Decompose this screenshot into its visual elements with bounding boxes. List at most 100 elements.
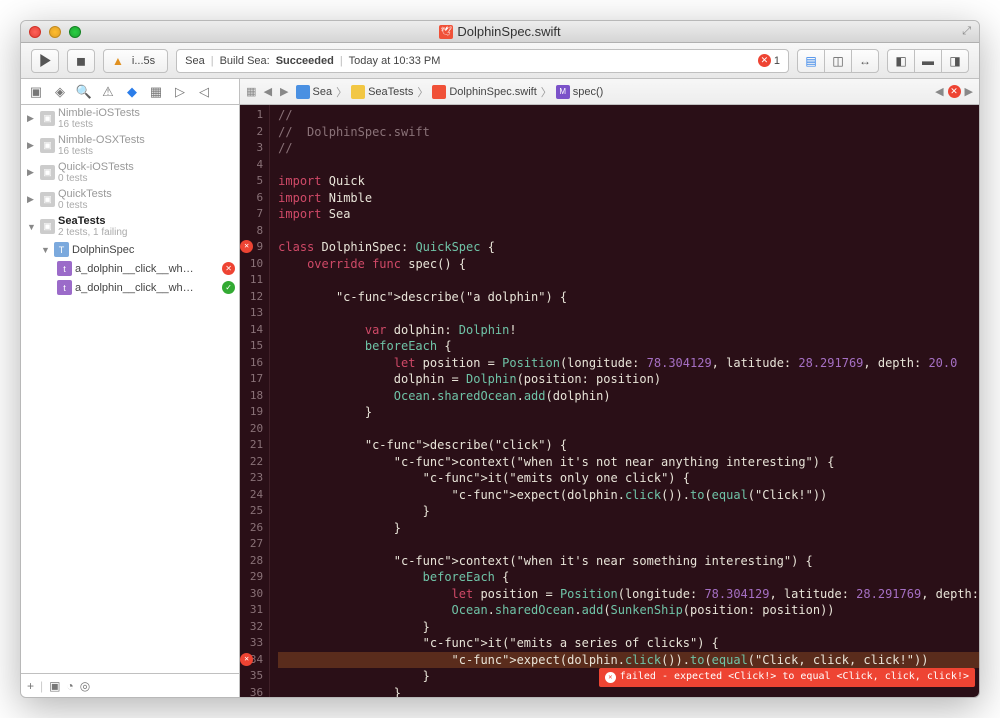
code-line[interactable]: "c-func">describe("click") { <box>278 437 979 454</box>
code-line[interactable]: } <box>278 619 979 636</box>
test-bundle-row[interactable]: ▶▣QuickTests0 tests <box>21 186 239 213</box>
code-line[interactable]: "c-func">expect(dolphin.click()).to(equa… <box>278 487 979 504</box>
run-button[interactable] <box>31 49 59 73</box>
bundle-name: SeaTests <box>58 215 127 227</box>
report-nav-icon[interactable]: ◁ <box>193 82 215 102</box>
code-line[interactable]: class DolphinSpec: QuickSpec { <box>278 239 979 256</box>
fullscreen-icon[interactable]: ⤢ <box>962 25 971 38</box>
code-line[interactable] <box>278 421 979 438</box>
code-line[interactable]: } <box>278 520 979 537</box>
debug-toggle[interactable]: ▬ <box>914 49 942 73</box>
code-line[interactable]: Ocean.sharedOcean.add(SunkenShip(positio… <box>278 602 979 619</box>
code-line[interactable]: "c-func">context("when it's not near any… <box>278 454 979 471</box>
code-line[interactable]: // <box>278 140 979 157</box>
code-line[interactable]: // DolphinSpec.swift <box>278 124 979 141</box>
filter-scope-icon[interactable]: ▣ <box>49 679 60 693</box>
code-line[interactable] <box>278 305 979 322</box>
code-line[interactable]: Ocean.sharedOcean.add(dolphin) <box>278 388 979 405</box>
test-spec-row[interactable]: ▼TDolphinSpec <box>21 240 239 259</box>
code-line[interactable]: let position = Position(longitude: 78.30… <box>278 355 979 372</box>
add-button[interactable]: + <box>27 679 34 693</box>
bundle-name: Nimble-OSXTests <box>58 134 145 146</box>
prev-issue-button[interactable]: ◀ <box>935 85 943 98</box>
debug-nav-icon[interactable]: ▦ <box>145 82 167 102</box>
code-line[interactable] <box>278 223 979 240</box>
filter-target-icon[interactable]: ◎ <box>80 679 90 693</box>
utilities-toggle[interactable]: ◨ <box>941 49 969 73</box>
code-line[interactable]: beforeEach { <box>278 569 979 586</box>
related-items-icon[interactable]: ▦ <box>246 85 256 98</box>
code-line[interactable]: "c-func">expect(dolphin.click()).to(equa… <box>278 652 979 669</box>
bundle-subtitle: 16 tests <box>58 146 145 157</box>
disclosure-icon[interactable]: ▶ <box>27 194 37 205</box>
source-editor[interactable]: 1234567891011121314151617181920212223242… <box>240 105 979 697</box>
window-title: 🕊 DolphinSpec.swift <box>21 24 979 39</box>
bundle-icon: ▣ <box>40 138 55 153</box>
find-nav-icon[interactable]: 🔍 <box>73 82 95 102</box>
test-bundle-row[interactable]: ▼▣SeaTests2 tests, 1 failing <box>21 213 239 240</box>
breadcrumb-item[interactable]: Mspec() <box>556 85 604 99</box>
code-line[interactable]: dolphin = Dolphin(position: position) <box>278 371 979 388</box>
disclosure-icon[interactable]: ▶ <box>27 167 37 178</box>
test-nav-icon[interactable]: ◆ <box>121 82 143 102</box>
code-line[interactable]: // <box>278 107 979 124</box>
filter-clock-icon[interactable]: ◔ <box>66 679 73 693</box>
code-line[interactable]: "c-func">context("when it's near somethi… <box>278 553 979 570</box>
titlebar: 🕊 DolphinSpec.swift ⤢ <box>21 21 979 43</box>
code-line[interactable]: import Nimble <box>278 190 979 207</box>
test-bundle-row[interactable]: ▶▣Quick-iOSTests0 tests <box>21 159 239 186</box>
code-line[interactable]: let position = Position(longitude: 78.30… <box>278 586 979 603</box>
disclosure-icon[interactable]: ▼ <box>27 222 37 232</box>
forward-button[interactable]: ▶ <box>277 85 291 98</box>
test-bundle-row[interactable]: ▶▣Nimble-iOSTests16 tests <box>21 105 239 132</box>
code-line[interactable]: "c-func">it("emits only one click") { <box>278 470 979 487</box>
line-gutter: 1234567891011121314151617181920212223242… <box>240 105 270 697</box>
code-line[interactable]: beforeEach { <box>278 338 979 355</box>
navigator-toggle[interactable]: ◧ <box>887 49 915 73</box>
test-case-row[interactable]: ta_dolphin__click__when_i...✓ <box>21 278 239 297</box>
zoom-button[interactable] <box>69 26 81 38</box>
breakpoint-nav-icon[interactable]: ▷ <box>169 82 191 102</box>
disclosure-icon[interactable]: ▶ <box>27 140 37 151</box>
code-line[interactable]: import Quick <box>278 173 979 190</box>
code-body[interactable]: //// DolphinSpec.swift//import Quickimpo… <box>270 105 979 697</box>
code-line[interactable] <box>278 272 979 289</box>
next-issue-button[interactable]: ▶ <box>965 85 973 98</box>
stop-button[interactable]: ◼ <box>67 49 95 73</box>
code-line[interactable]: var dolphin: Dolphin! <box>278 322 979 339</box>
code-line[interactable]: "c-func">describe("a dolphin") { <box>278 289 979 306</box>
version-editor-button[interactable]: ↔ <box>851 49 879 73</box>
folder-icon <box>351 85 365 99</box>
disclosure-icon[interactable]: ▼ <box>41 245 51 255</box>
test-navigator-tree: ▶▣Nimble-iOSTests16 tests▶▣Nimble-OSXTes… <box>21 105 239 673</box>
issue-nav-icon[interactable]: ⚠ <box>97 82 119 102</box>
code-line[interactable] <box>278 536 979 553</box>
code-line[interactable] <box>278 157 979 174</box>
navigator-tabs: ▣ ◈ 🔍 ⚠ ◆ ▦ ▷ ◁ <box>21 79 239 105</box>
swift-icon: 🕊 <box>439 25 453 39</box>
title-text: DolphinSpec.swift <box>457 24 560 39</box>
issue-count[interactable]: ✕ 1 <box>758 54 780 67</box>
symbol-nav-icon[interactable]: ◈ <box>49 82 71 102</box>
code-line[interactable]: } <box>278 404 979 421</box>
code-line[interactable]: } <box>278 503 979 520</box>
scheme-selector[interactable]: ▲ i...5s <box>103 49 168 73</box>
test-bundle-row[interactable]: ▶▣Nimble-OSXTests16 tests <box>21 132 239 159</box>
bundle-icon: ▣ <box>40 192 55 207</box>
assistant-editor-button[interactable]: ◫ <box>824 49 852 73</box>
inline-error-badge[interactable]: failed - expected <Click!> to equal <Cli… <box>599 668 975 687</box>
back-button[interactable]: ◀ <box>261 85 275 98</box>
test-case-name: a_dolphin__click__when_i... <box>75 263 195 275</box>
minimize-button[interactable] <box>49 26 61 38</box>
code-line[interactable]: import Sea <box>278 206 979 223</box>
breadcrumb-item[interactable]: SeaTests <box>351 85 413 99</box>
code-line[interactable]: override func spec() { <box>278 256 979 273</box>
disclosure-icon[interactable]: ▶ <box>27 113 37 124</box>
breadcrumb-item[interactable]: Sea <box>296 85 333 99</box>
project-nav-icon[interactable]: ▣ <box>25 82 47 102</box>
test-case-row[interactable]: ta_dolphin__click__when_i...✕ <box>21 259 239 278</box>
standard-editor-button[interactable]: ▤ <box>797 49 825 73</box>
close-button[interactable] <box>29 26 41 38</box>
code-line[interactable]: "c-func">it("emits a series of clicks") … <box>278 635 979 652</box>
breadcrumb-item[interactable]: DolphinSpec.swift <box>432 85 536 99</box>
